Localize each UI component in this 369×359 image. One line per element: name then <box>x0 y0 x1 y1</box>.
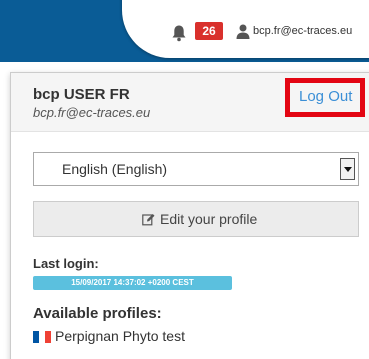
user-menu-dropdown: bcp USER FR bcp.fr@ec-traces.eu Log Out … <box>10 72 369 359</box>
user-name: bcp USER FR <box>33 86 130 103</box>
language-selected-value: English (English) <box>62 161 168 177</box>
fr-flag-icon <box>33 331 51 343</box>
user-email: bcp.fr@ec-traces.eu <box>33 105 151 120</box>
available-profiles-title: Available profiles: <box>33 305 162 322</box>
header-user-email[interactable]: bcp.fr@ec-traces.eu <box>253 23 352 39</box>
last-login-title: Last login: <box>33 256 99 271</box>
chevron-down-icon[interactable] <box>340 158 355 180</box>
notification-count-badge[interactable]: 26 <box>195 22 223 40</box>
page: 26 bcp.fr@ec-traces.eu bcp USER FR bcp.f… <box>0 0 369 359</box>
edit-icon <box>142 214 155 226</box>
edit-profile-button[interactable]: Edit your profile <box>33 201 359 237</box>
user-icon <box>236 24 250 39</box>
last-login-badge: 15/09/2017 14:37:02 +0200 CEST <box>33 276 232 290</box>
profile-item-label: Perpignan Phyto test <box>55 328 185 344</box>
language-select[interactable]: English (English) <box>33 152 359 186</box>
bell-icon[interactable] <box>170 24 188 42</box>
user-menu-header: bcp USER FR bcp.fr@ec-traces.eu Log Out <box>11 73 369 132</box>
edit-profile-label: Edit your profile <box>160 211 258 227</box>
logout-link[interactable]: Log Out <box>299 88 352 105</box>
